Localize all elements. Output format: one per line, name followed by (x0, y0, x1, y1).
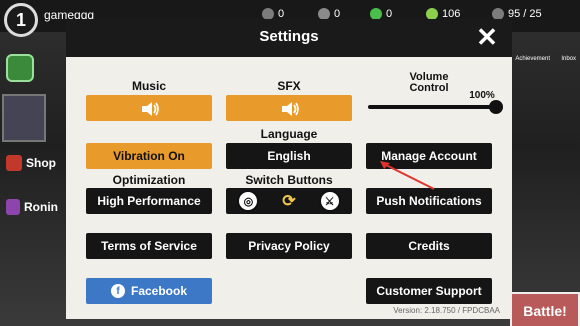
avatar[interactable] (2, 94, 46, 142)
ronin-icon (6, 199, 20, 215)
facebook-icon: f (110, 284, 125, 298)
swap-icon[interactable]: ⟳ (282, 191, 295, 211)
right-panel: Achievement Inbox Battle! (510, 30, 580, 326)
vibration-toggle-button[interactable]: Vibration On (86, 143, 212, 169)
switch-buttons-control[interactable]: ◎ ⟳ ⚔ (226, 188, 352, 214)
shop-button[interactable]: Shop (0, 150, 58, 176)
achievement-label[interactable]: Achievement (515, 56, 550, 62)
facebook-label: Facebook (130, 284, 187, 298)
language-button[interactable]: English (226, 143, 352, 169)
modal-header: Settings ✕ (66, 19, 512, 57)
facebook-button[interactable]: f Facebook (86, 278, 212, 304)
customer-support-button[interactable]: Customer Support (366, 278, 492, 304)
left-panel: Shop Ronin (0, 40, 60, 326)
volume-slider-knob[interactable] (489, 100, 503, 114)
volume-label: Volume Control (409, 71, 449, 94)
volume-slider[interactable] (368, 100, 503, 114)
sfx-toggle-button[interactable] (226, 95, 352, 121)
swirl-icon: ◎ (237, 190, 260, 212)
arrow-annotation (380, 161, 435, 190)
level-badge: 1 (4, 3, 38, 37)
close-button[interactable]: ✕ (474, 24, 500, 50)
music-label: Music (131, 79, 166, 93)
terms-of-service-button[interactable]: Terms of Service (86, 233, 212, 259)
inbox-label[interactable]: Inbox (561, 56, 576, 62)
optimization-button[interactable]: High Performance (86, 188, 212, 214)
sword-icon: ⚔ (318, 190, 341, 212)
ronin-button[interactable]: Ronin (0, 194, 58, 220)
shop-icon (6, 155, 22, 171)
modal-title: Settings (259, 28, 319, 45)
settings-modal: Settings ✕ Music SFX Volume Control 100%… (66, 19, 512, 319)
switch-buttons-label: Switch Buttons (245, 173, 333, 187)
speaker-icon (140, 100, 159, 116)
shop-label: Shop (26, 156, 56, 170)
credits-button[interactable]: Credits (366, 233, 492, 259)
sfx-label: SFX (277, 79, 301, 93)
optimization-label: Optimization (112, 173, 186, 187)
ronin-label: Ronin (24, 200, 58, 214)
language-label: Language (260, 127, 318, 141)
android-icon[interactable] (6, 54, 34, 82)
battle-button[interactable]: Battle! (510, 292, 580, 326)
version-text: Version: 2.18.750 / FPDCBAA (393, 306, 500, 315)
music-toggle-button[interactable] (86, 95, 212, 121)
speaker-icon (280, 100, 299, 116)
modal-body: Music SFX Volume Control 100% Language V… (66, 57, 512, 319)
privacy-policy-button[interactable]: Privacy Policy (226, 233, 352, 259)
resource-value: 95 / 25 (508, 8, 542, 20)
